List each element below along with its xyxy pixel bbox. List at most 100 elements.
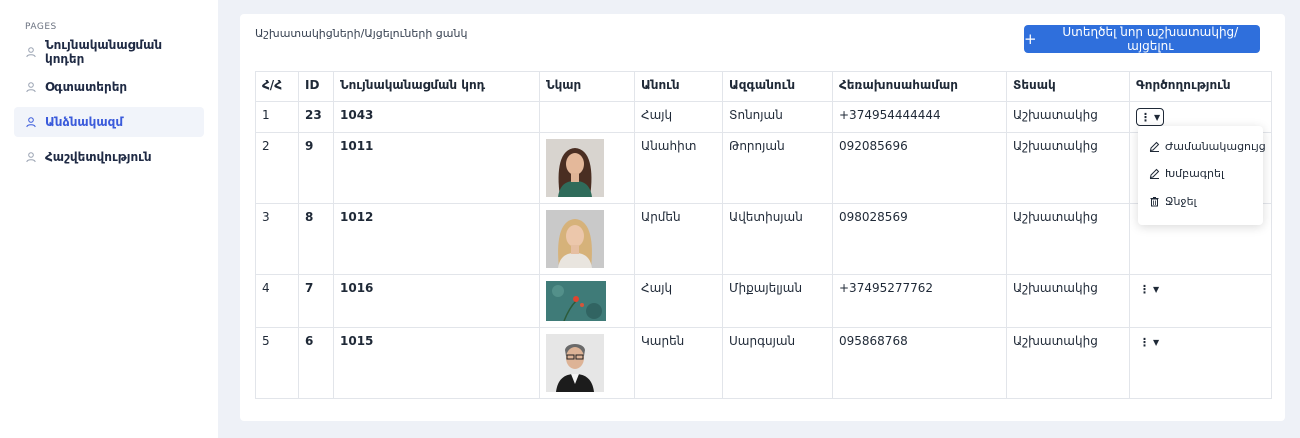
flower-photo	[546, 281, 606, 321]
main-panel: Աշխատակիցների/Այցելուների ցանկ + Ստեղծել…	[240, 14, 1285, 421]
sidebar-item-report[interactable]: Հաշվետվություն	[14, 142, 204, 172]
sidebar-section-label: PAGES	[25, 22, 57, 32]
cell-index: 3	[255, 203, 299, 275]
row-actions-button[interactable]: ⋮ ▼	[1136, 108, 1165, 126]
cell-code: 1016	[333, 274, 540, 328]
cell-first-name: Հայկ	[634, 101, 723, 133]
sidebar-item-label: Նույնականացման կոդեր	[45, 38, 163, 66]
cell-phone: 092085696	[832, 132, 1007, 204]
cell-actions: ⋮ ▼	[1129, 327, 1272, 399]
cell-code: 1015	[333, 327, 540, 399]
cell-id: 23	[298, 101, 334, 133]
cell-last-name: Տոնոյան	[722, 101, 833, 133]
cell-last-name: Սարգսյան	[722, 327, 833, 399]
column-header: Ազգանուն	[722, 71, 833, 102]
row-actions-menu: Ժամանակացույց Խմբագրել Ջնջել	[1138, 126, 1266, 225]
cell-id: 9	[298, 132, 334, 204]
cell-code: 1011	[333, 132, 540, 204]
cell-type: Աշխատակից	[1006, 274, 1130, 328]
cell-first-name: Հայկ	[634, 274, 723, 328]
sidebar: PAGES Նույնականացման կոդեր Օգտատերեր Անձ…	[0, 0, 218, 438]
cell-id: 8	[298, 203, 334, 275]
cell-index: 1	[255, 101, 299, 133]
staff-table: Հ/Հ ID Նույնականացման կոդ Նկար Անուն Ազգ…	[255, 71, 1272, 399]
cell-code: 1012	[333, 203, 540, 275]
menu-item-delete[interactable]: Ջնջել	[1149, 195, 1197, 208]
kebab-icon: ⋮	[1140, 110, 1151, 124]
menu-item-schedule[interactable]: Ժամանակացույց	[1149, 140, 1266, 153]
column-header: Անուն	[634, 71, 723, 102]
cell-last-name: Ավետիսյան	[722, 203, 833, 275]
chevron-down-icon: ▼	[1153, 337, 1160, 347]
sidebar-item-label: Հաշվետվություն	[45, 150, 152, 164]
cell-actions: ⋮ ▼	[1129, 274, 1272, 328]
cell-code: 1043	[333, 101, 540, 133]
column-header: Հ/Հ	[255, 71, 299, 102]
cell-first-name: Կարեն	[634, 327, 723, 399]
sidebar-item-label: Անձնակազմ	[45, 115, 124, 129]
column-header: Հեռախոսահամար	[832, 71, 1007, 102]
pencil-icon	[1149, 168, 1160, 179]
cell-photo	[539, 101, 635, 133]
cell-photo	[539, 327, 635, 399]
column-header: Նկար	[539, 71, 635, 102]
woman-brunette-photo	[546, 139, 604, 197]
page-title: Աշխատակիցների/Այցելուների ցանկ	[255, 27, 468, 40]
user-icon	[25, 46, 37, 58]
user-icon	[25, 81, 37, 93]
table-row: 1 23 1043 Հայկ Տոնոյան +374954444444 Աշխ…	[255, 101, 1272, 133]
cell-first-name: Արմեն	[634, 203, 723, 275]
table-row: 3 8 1012 Արմեն Ավետիսյան 098028569 Աշխատ…	[255, 203, 1272, 275]
cell-id: 7	[298, 274, 334, 328]
woman-blonde-photo	[546, 210, 604, 268]
table-header-row: Հ/Հ ID Նույնականացման կոդ Նկար Անուն Ազգ…	[255, 71, 1272, 102]
row-actions-button[interactable]: ⋮ ▼	[1136, 281, 1162, 297]
create-employee-button[interactable]: + Ստեղծել նոր աշխատակից/այցելու	[1024, 25, 1260, 53]
table-row: 4 7 1016 Հայկ Միքայելյան +37495277762 Աշ…	[255, 274, 1272, 328]
user-icon	[25, 151, 37, 163]
column-header: Գործողություն	[1129, 71, 1272, 102]
sidebar-item-staff[interactable]: Անձնակազմ	[14, 107, 204, 137]
column-header: Նույնականացման կոդ	[333, 71, 540, 102]
cell-photo	[539, 274, 635, 328]
user-icon	[25, 116, 37, 128]
pencil-icon	[1149, 141, 1160, 152]
chevron-down-icon: ▼	[1154, 112, 1161, 122]
sidebar-item-users[interactable]: Օգտատերեր	[14, 72, 204, 102]
cell-first-name: Անահիտ	[634, 132, 723, 204]
row-actions-button[interactable]: ⋮ ▼	[1136, 334, 1162, 350]
menu-item-label: Ժամանակացույց	[1165, 140, 1266, 153]
menu-item-label: Ջնջել	[1165, 195, 1197, 208]
kebab-icon: ⋮	[1139, 335, 1150, 349]
sidebar-item-id-codes[interactable]: Նույնականացման կոդեր	[14, 37, 204, 67]
sidebar-item-label: Օգտատերեր	[45, 80, 128, 94]
cell-id: 6	[298, 327, 334, 399]
cell-phone: 098028569	[832, 203, 1007, 275]
cell-type: Աշխատակից	[1006, 327, 1130, 399]
kebab-icon: ⋮	[1139, 282, 1150, 296]
cell-type: Աշխատակից	[1006, 101, 1130, 133]
cell-phone: +37495277762	[832, 274, 1007, 328]
column-header: ID	[298, 71, 334, 102]
cell-index: 4	[255, 274, 299, 328]
cell-type: Աշխատակից	[1006, 132, 1130, 204]
cell-index: 2	[255, 132, 299, 204]
cell-last-name: Միքայելյան	[722, 274, 833, 328]
cell-last-name: Թորոյան	[722, 132, 833, 204]
cell-phone: 095868768	[832, 327, 1007, 399]
menu-item-edit[interactable]: Խմբագրել	[1149, 167, 1224, 180]
cell-type: Աշխատակից	[1006, 203, 1130, 275]
cell-index: 5	[255, 327, 299, 399]
man-glasses-photo	[546, 334, 604, 392]
cell-phone: +374954444444	[832, 101, 1007, 133]
menu-item-label: Խմբագրել	[1165, 167, 1224, 180]
table-row: 2 9 1011 Անահիտ Թորոյան 092085696 Աշխատա…	[255, 132, 1272, 204]
column-header: Տեսակ	[1006, 71, 1130, 102]
trash-icon	[1149, 196, 1160, 207]
cell-photo	[539, 203, 635, 275]
chevron-down-icon: ▼	[1153, 284, 1160, 294]
table-row: 5 6 1015 Կարեն Սարգսյան 095868768 Աշխատա…	[255, 327, 1272, 399]
plus-icon: +	[1024, 29, 1037, 48]
cell-photo	[539, 132, 635, 204]
create-button-label: Ստեղծել նոր աշխատակից/այցելու	[1062, 25, 1239, 53]
